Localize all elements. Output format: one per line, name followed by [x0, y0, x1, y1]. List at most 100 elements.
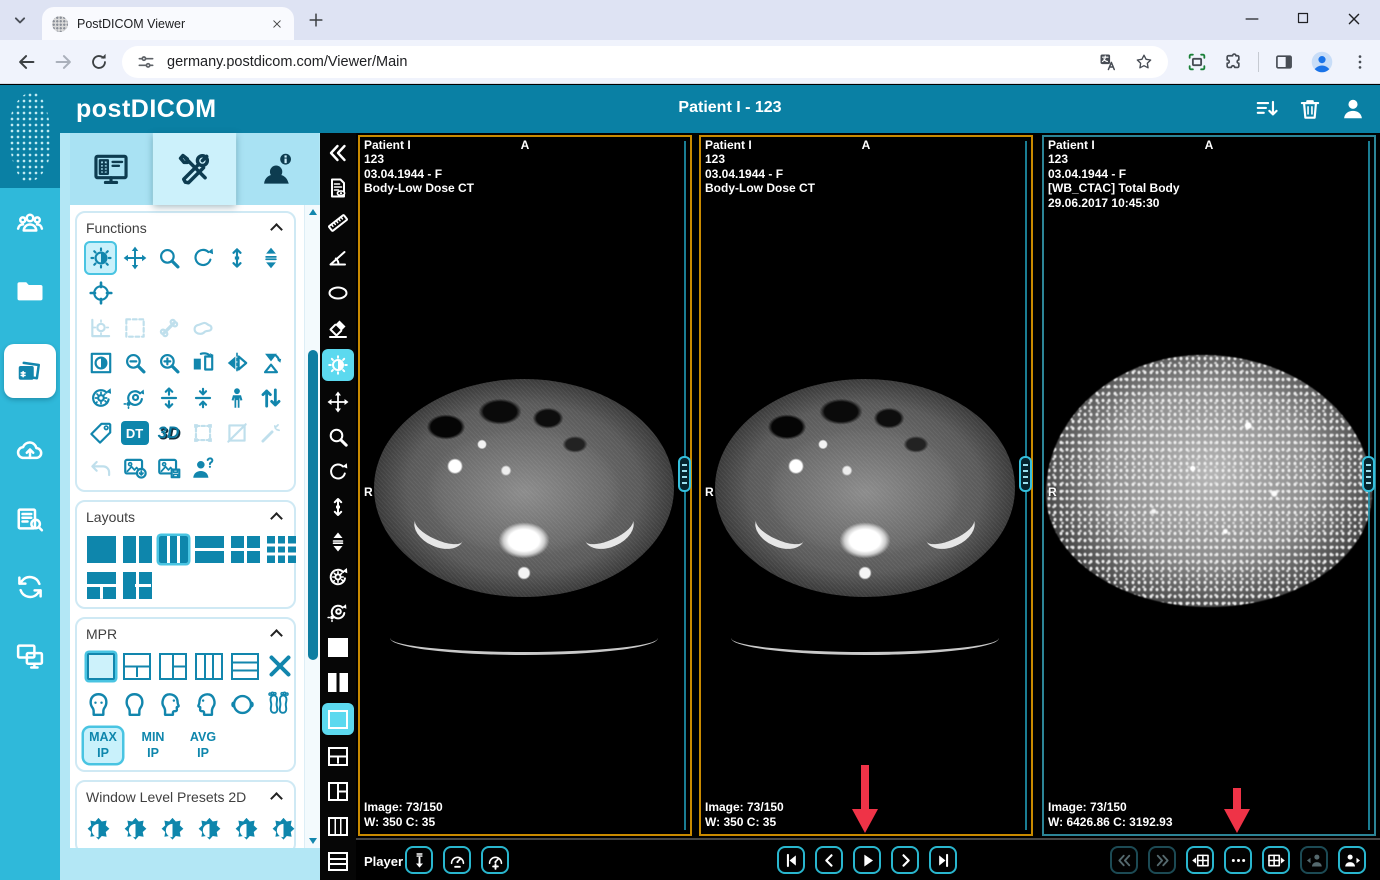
viewport-2[interactable]: Patient I12303.04.1944 - FBody-Low Dose … [697, 133, 1035, 838]
sort-order-tool[interactable] [254, 381, 287, 415]
collapse-chevron-icon[interactable] [270, 792, 283, 805]
reset-window-level-tool[interactable] [118, 381, 151, 415]
layout-2x2[interactable] [231, 536, 260, 563]
studies-icon[interactable] [4, 344, 56, 398]
wl-preset-6[interactable] [269, 816, 298, 845]
stack-tool[interactable] [254, 241, 287, 275]
wl-preset-3[interactable] [158, 816, 187, 845]
min-ip-button[interactable]: MIN IP [134, 728, 172, 763]
menu-dots-icon[interactable] [1350, 52, 1370, 72]
window-level-tool[interactable] [84, 241, 117, 275]
layout-2x1[interactable] [195, 536, 224, 563]
layout-1x3[interactable] [159, 536, 188, 563]
avg-ip-button[interactable]: AVG IP [184, 728, 222, 763]
reload-button[interactable] [88, 51, 110, 73]
mpr-single-button[interactable] [322, 703, 354, 735]
minimize-button[interactable] [1242, 9, 1262, 29]
layout-1left-2right[interactable] [123, 572, 152, 599]
ellipse-tool[interactable] [323, 279, 353, 307]
max-ip-button[interactable]: MAX IP [84, 728, 122, 763]
users-icon[interactable] [4, 208, 56, 238]
previous-image-button[interactable] [815, 846, 843, 874]
next-series-button[interactable] [1148, 846, 1176, 874]
rotate-tool[interactable] [323, 458, 353, 486]
scroll-up-icon[interactable] [309, 209, 317, 215]
previous-patient-button[interactable] [1300, 846, 1328, 874]
invert-tool[interactable] [84, 346, 117, 380]
rotate-flip-tool[interactable] [254, 346, 287, 380]
wl-preset-1[interactable] [84, 816, 113, 845]
view-head-left-icon[interactable] [192, 690, 221, 719]
more-options-button[interactable] [1224, 846, 1252, 874]
pan-tool[interactable] [118, 241, 151, 275]
next-image-button[interactable] [891, 846, 919, 874]
translate-icon[interactable] [1098, 52, 1118, 72]
window-level-region-tool[interactable] [84, 311, 117, 345]
layout-1left-2right-button[interactable] [323, 777, 353, 805]
mpr-3row[interactable] [231, 653, 259, 680]
browser-tab[interactable]: PostDICOM Viewer [42, 7, 294, 40]
layout-1x2[interactable] [123, 536, 152, 563]
screen-capture-icon[interactable] [1186, 51, 1208, 73]
trash-icon[interactable] [1297, 96, 1323, 122]
scroll-tool[interactable] [220, 241, 253, 275]
tab-patient-info[interactable] [237, 133, 319, 205]
save-image-tool[interactable] [152, 451, 185, 485]
section-header[interactable]: Window Level Presets 2D [84, 787, 287, 810]
panel-scrollbar[interactable] [304, 205, 320, 848]
last-image-button[interactable] [929, 846, 957, 874]
back-button[interactable] [16, 51, 38, 73]
window-level-tool[interactable] [322, 349, 354, 381]
profile-avatar[interactable] [1309, 49, 1335, 75]
maximize-button[interactable] [1294, 9, 1312, 29]
viewport-1[interactable]: Patient I12303.04.1944 - FBody-Low Dose … [356, 133, 694, 838]
collapse-chevron-icon[interactable] [270, 223, 283, 236]
layout-1x2-button[interactable] [323, 668, 353, 696]
mpr-single[interactable] [87, 653, 115, 680]
scroll-down-icon[interactable] [309, 838, 317, 844]
ruler-tool[interactable] [323, 209, 353, 237]
mpr-cross[interactable] [267, 653, 295, 680]
address-bar[interactable]: germany.postdicom.com/Viewer/Main [122, 46, 1168, 78]
mpr-1left-2right[interactable] [159, 653, 187, 680]
zoom-tool[interactable] [323, 423, 353, 451]
dt-tool[interactable]: DT [118, 416, 151, 450]
stack-tool[interactable] [323, 528, 353, 556]
collapse-chevron-icon[interactable] [270, 512, 283, 525]
reset-window-level-button[interactable] [323, 598, 353, 626]
tag-tool[interactable] [84, 416, 117, 450]
patient-unknown-tool[interactable] [186, 451, 219, 485]
reset-button[interactable] [323, 563, 353, 591]
cloud-upload-icon[interactable] [4, 436, 56, 466]
close-window-button[interactable] [1344, 9, 1364, 29]
undo-tool[interactable] [84, 451, 117, 485]
wl-preset-2[interactable] [121, 816, 150, 845]
export-image-tool[interactable] [118, 451, 151, 485]
forward-button[interactable] [52, 51, 74, 73]
url-text[interactable]: germany.postdicom.com/Viewer/Main [167, 54, 407, 70]
view-head-back-icon[interactable] [120, 690, 149, 719]
scrollbar-thumb[interactable] [308, 350, 318, 660]
zoom-out-tool[interactable] [118, 346, 151, 380]
extensions-icon[interactable] [1223, 52, 1243, 72]
new-tab-button[interactable] [306, 10, 326, 30]
layout-1top-2bottom-button[interactable] [323, 742, 353, 770]
select-region-tool[interactable] [118, 311, 151, 345]
remote-screens-icon[interactable] [4, 640, 56, 670]
wl-preset-4[interactable] [195, 816, 224, 845]
section-header[interactable]: MPR [84, 624, 287, 647]
mpr-1top-2bottom[interactable] [123, 653, 151, 680]
angle-tool[interactable] [323, 244, 353, 272]
speed-down-button[interactable] [443, 846, 471, 874]
wl-preset-5[interactable] [232, 816, 261, 845]
next-patient-button[interactable] [1338, 846, 1366, 874]
viewport-3[interactable]: Patient I12303.04.1944 - F[WB_CTAC] Tota… [1040, 133, 1378, 838]
speed-up-button[interactable] [481, 846, 509, 874]
report-view-button[interactable] [323, 174, 353, 202]
side-panel-icon[interactable] [1274, 52, 1294, 72]
3d-tool[interactable]: 3D [152, 416, 185, 450]
crop-tool[interactable] [220, 416, 253, 450]
freehand-tool[interactable] [186, 311, 219, 345]
layout-3x3[interactable] [267, 536, 296, 563]
layout-3col-button[interactable] [323, 812, 353, 840]
